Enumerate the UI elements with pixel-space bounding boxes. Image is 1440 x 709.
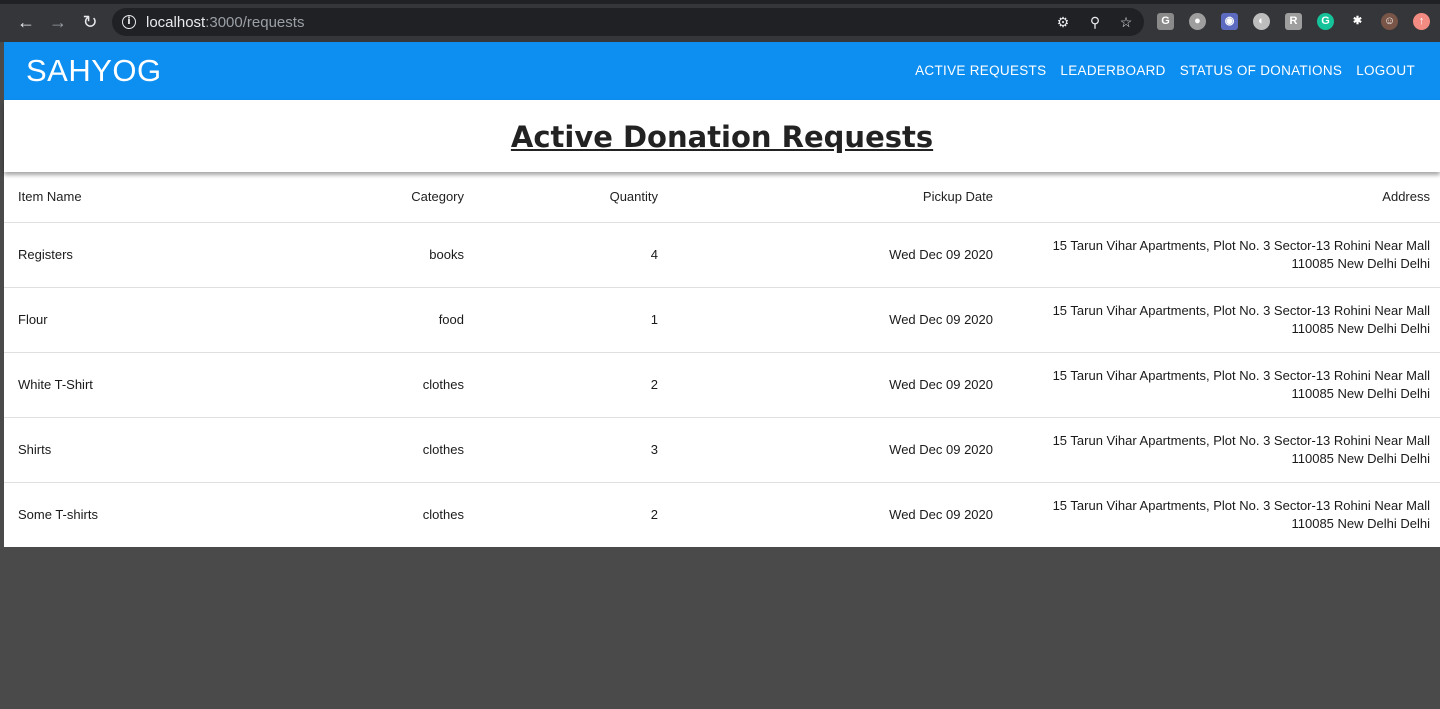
- back-arrow-icon[interactable]: ←: [16, 12, 36, 32]
- cell-quantity: 1: [474, 287, 668, 353]
- grammarly-extension-icon[interactable]: G: [1317, 13, 1334, 30]
- cell-item-name: White T-Shirt: [4, 352, 294, 418]
- address-bar[interactable]: i localhost:3000/requests ⚙ ⚲ ☆: [112, 8, 1144, 36]
- address-line-1: 15 Tarun Vihar Apartments, Plot No. 3 Se…: [1052, 367, 1430, 383]
- page-title: Active Donation Requests: [510, 120, 934, 154]
- cell-pickup-date: Wed Dec 09 2020: [889, 507, 993, 523]
- address-line-1: 15 Tarun Vihar Apartments, Plot No. 3 Se…: [1052, 302, 1430, 318]
- reload-icon[interactable]: ↻: [80, 12, 100, 32]
- cell-pickup-date: Wed Dec 09 2020: [668, 222, 1003, 288]
- cell-category: clothes: [294, 352, 474, 418]
- clock-extension-icon[interactable]: ◐: [1253, 13, 1270, 30]
- cell-item-name: Registers: [4, 222, 294, 288]
- header-quantity: Quantity: [474, 172, 668, 223]
- table-row[interactable]: Flour food 1 Wed Dec 09 2020 15 Tarun Vi…: [4, 287, 1440, 353]
- header-category: Category: [294, 172, 474, 223]
- cell-item-name: Some T-shirts: [18, 507, 98, 523]
- nav-logout[interactable]: LOGOUT: [1356, 63, 1415, 78]
- table-row[interactable]: Registers books 4 Wed Dec 09 2020 15 Tar…: [4, 222, 1440, 288]
- cell-address: 15 Tarun Vihar Apartments, Plot No. 3 Se…: [1003, 482, 1440, 547]
- cell-pickup-date: Wed Dec 09 2020: [668, 417, 1003, 483]
- cell-address: 15 Tarun Vihar Apartments, Plot No. 3 Se…: [1003, 417, 1440, 483]
- header-pickup-date: Pickup Date: [668, 172, 1003, 223]
- main-nav: ACTIVE REQUESTS LEADERBOARD STATUS OF DO…: [915, 63, 1415, 78]
- address-line-1: 15 Tarun Vihar Apartments, Plot No. 3 Se…: [1052, 432, 1430, 448]
- address-line-2: 110085 New Delhi Delhi: [1291, 385, 1430, 401]
- table-row[interactable]: White T-Shirt clothes 2 Wed Dec 09 2020 …: [4, 352, 1440, 418]
- cell-address: 15 Tarun Vihar Apartments, Plot No. 3 Se…: [1003, 352, 1440, 418]
- g-extension-icon[interactable]: G: [1157, 13, 1174, 30]
- table-row[interactable]: Some T-shirts clothes 2 Wed Dec 09 2020 …: [4, 482, 1440, 547]
- requests-table: Item Name Category Quantity Pickup Date …: [4, 172, 1440, 547]
- cell-address: 15 Tarun Vihar Apartments, Plot No. 3 Se…: [1003, 222, 1440, 288]
- address-line-2: 110085 New Delhi Delhi: [1291, 515, 1430, 531]
- header-address: Address: [1003, 172, 1440, 223]
- header-item-name: Item Name: [4, 172, 294, 223]
- url-host: localhost: [146, 14, 206, 31]
- update-icon[interactable]: ↑: [1413, 13, 1430, 30]
- cell-category: books: [294, 222, 474, 288]
- cell-item-name: Shirts: [4, 417, 294, 483]
- cell-quantity: 2: [650, 507, 658, 523]
- cell-quantity: 2: [474, 352, 668, 418]
- cell-category: food: [294, 287, 474, 353]
- nav-leaderboard[interactable]: LEADERBOARD: [1060, 63, 1165, 78]
- address-line-1: 15 Tarun Vihar Apartments, Plot No. 3 Se…: [1052, 497, 1430, 513]
- address-line-2: 110085 New Delhi Delhi: [1291, 255, 1430, 271]
- url-path: :3000/requests: [205, 14, 305, 31]
- nav-status-of-donations[interactable]: STATUS OF DONATIONS: [1180, 63, 1342, 78]
- table-header-row: Item Name Category Quantity Pickup Date …: [4, 172, 1440, 223]
- requests-table-card: Item Name Category Quantity Pickup Date …: [4, 172, 1440, 547]
- r-extension-icon[interactable]: R: [1285, 13, 1302, 30]
- tab-strip: [0, 0, 1440, 4]
- browser-toolbar: ← → ↻ i localhost:3000/requests ⚙ ⚲ ☆ G ●…: [0, 0, 1440, 42]
- info-icon[interactable]: i: [122, 15, 136, 29]
- bookmark-star-icon[interactable]: ☆: [1117, 13, 1135, 31]
- address-line-2: 110085 New Delhi Delhi: [1291, 450, 1430, 466]
- cell-address: 15 Tarun Vihar Apartments, Plot No. 3 Se…: [1003, 287, 1440, 353]
- cell-category: clothes: [294, 417, 474, 483]
- forward-arrow-icon[interactable]: →: [48, 12, 68, 32]
- brand-logo[interactable]: SAHYOG: [26, 53, 162, 89]
- cell-item-name: Flour: [4, 287, 294, 353]
- circle-extension-icon[interactable]: ●: [1189, 13, 1206, 30]
- puzzle-extensions-icon[interactable]: ✱: [1349, 13, 1366, 30]
- cell-quantity: 4: [474, 222, 668, 288]
- url-text[interactable]: localhost:3000/requests: [146, 14, 304, 31]
- camera-extension-icon[interactable]: ◉: [1221, 13, 1238, 30]
- table-row[interactable]: Shirts clothes 3 Wed Dec 09 2020 15 Taru…: [4, 417, 1440, 483]
- zoom-icon[interactable]: ⚲: [1086, 13, 1104, 31]
- app-header: SAHYOG ACTIVE REQUESTS LEADERBOARD STATU…: [4, 42, 1440, 100]
- key-icon[interactable]: ⚙: [1054, 13, 1072, 31]
- profile-avatar-icon[interactable]: ☺: [1381, 13, 1398, 30]
- nav-active-requests[interactable]: ACTIVE REQUESTS: [915, 63, 1046, 78]
- title-card: Active Donation Requests: [4, 100, 1440, 172]
- cell-pickup-date: Wed Dec 09 2020: [668, 352, 1003, 418]
- cell-pickup-date: Wed Dec 09 2020: [668, 287, 1003, 353]
- address-line-1: 15 Tarun Vihar Apartments, Plot No. 3 Se…: [1052, 237, 1430, 253]
- cell-category: clothes: [422, 507, 464, 523]
- cell-quantity: 3: [474, 417, 668, 483]
- address-line-2: 110085 New Delhi Delhi: [1291, 320, 1430, 336]
